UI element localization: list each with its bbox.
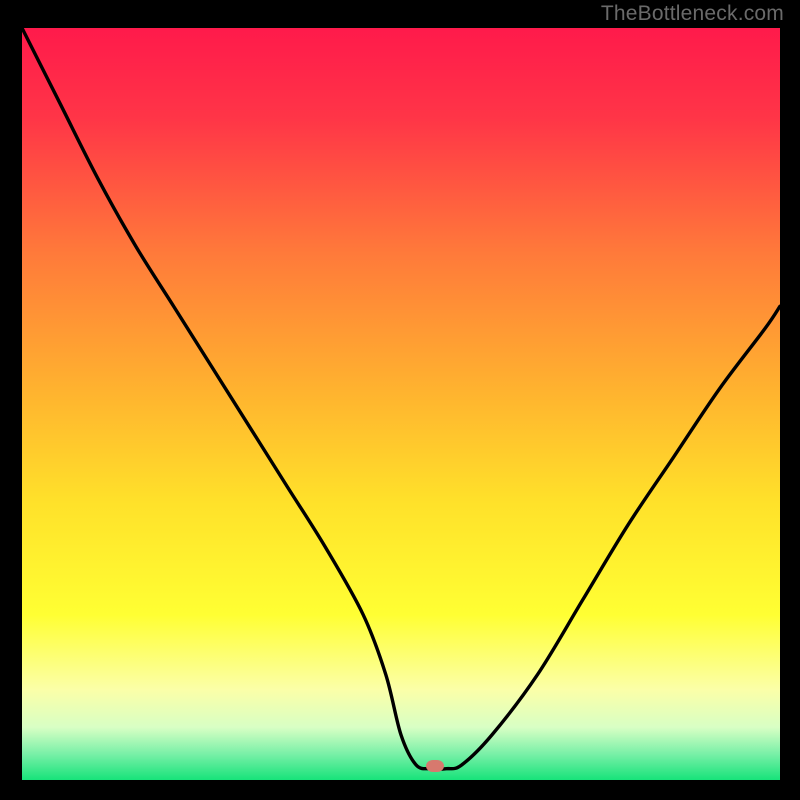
optimal-point-marker (426, 760, 444, 772)
chart-frame: TheBottleneck.com (0, 0, 800, 800)
plot-area (22, 28, 780, 780)
watermark-text: TheBottleneck.com (601, 2, 784, 26)
bottleneck-curve (22, 28, 780, 780)
